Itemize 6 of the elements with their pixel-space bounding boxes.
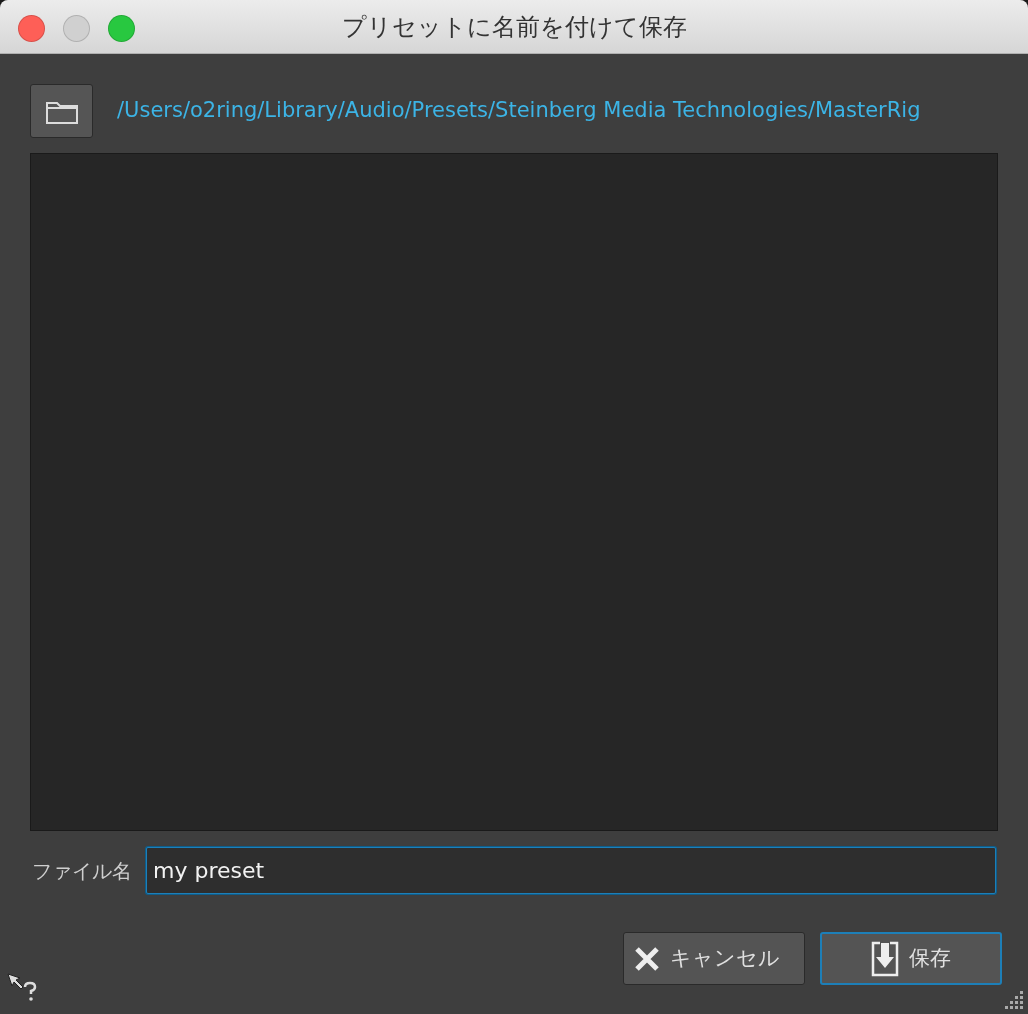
folder-path: /Users/o2ring/Library/Audio/Presets/Steinberg Media Technologies/MasterRig xyxy=(117,97,921,125)
save-button[interactable]: 保存 xyxy=(820,932,1002,985)
file-name-label: ファイル名 xyxy=(32,857,132,885)
file-name-field[interactable]: my preset xyxy=(146,847,996,894)
window-title: プリセットに名前を付けて保存 xyxy=(341,11,687,43)
cancel-button[interactable]: キャンセル xyxy=(623,932,805,985)
